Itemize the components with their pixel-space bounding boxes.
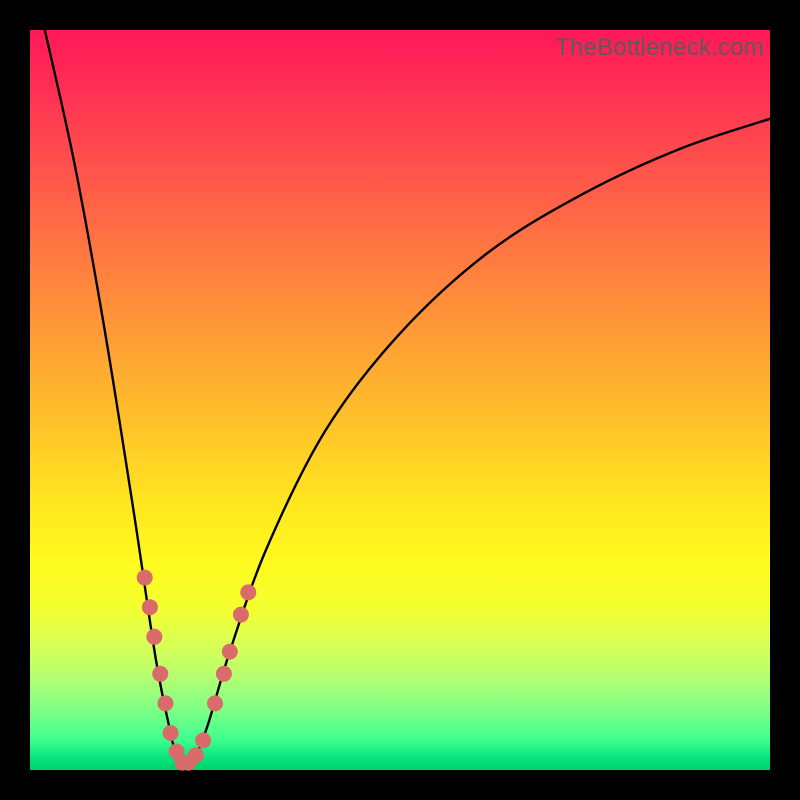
bottleneck-curve (45, 30, 770, 770)
data-marker (222, 644, 238, 660)
data-marker (233, 607, 249, 623)
data-marker (142, 599, 158, 615)
chart-svg (30, 30, 770, 770)
data-marker (152, 666, 168, 682)
data-marker (195, 732, 211, 748)
data-marker (240, 584, 256, 600)
data-marker (163, 725, 179, 741)
markers-group (137, 570, 257, 771)
data-marker (207, 695, 223, 711)
data-marker (216, 666, 232, 682)
chart-frame: TheBottleneck.com (0, 0, 800, 800)
data-marker (188, 747, 204, 763)
data-marker (146, 629, 162, 645)
data-marker (137, 570, 153, 586)
plot-area: TheBottleneck.com (30, 30, 770, 770)
data-marker (157, 695, 173, 711)
